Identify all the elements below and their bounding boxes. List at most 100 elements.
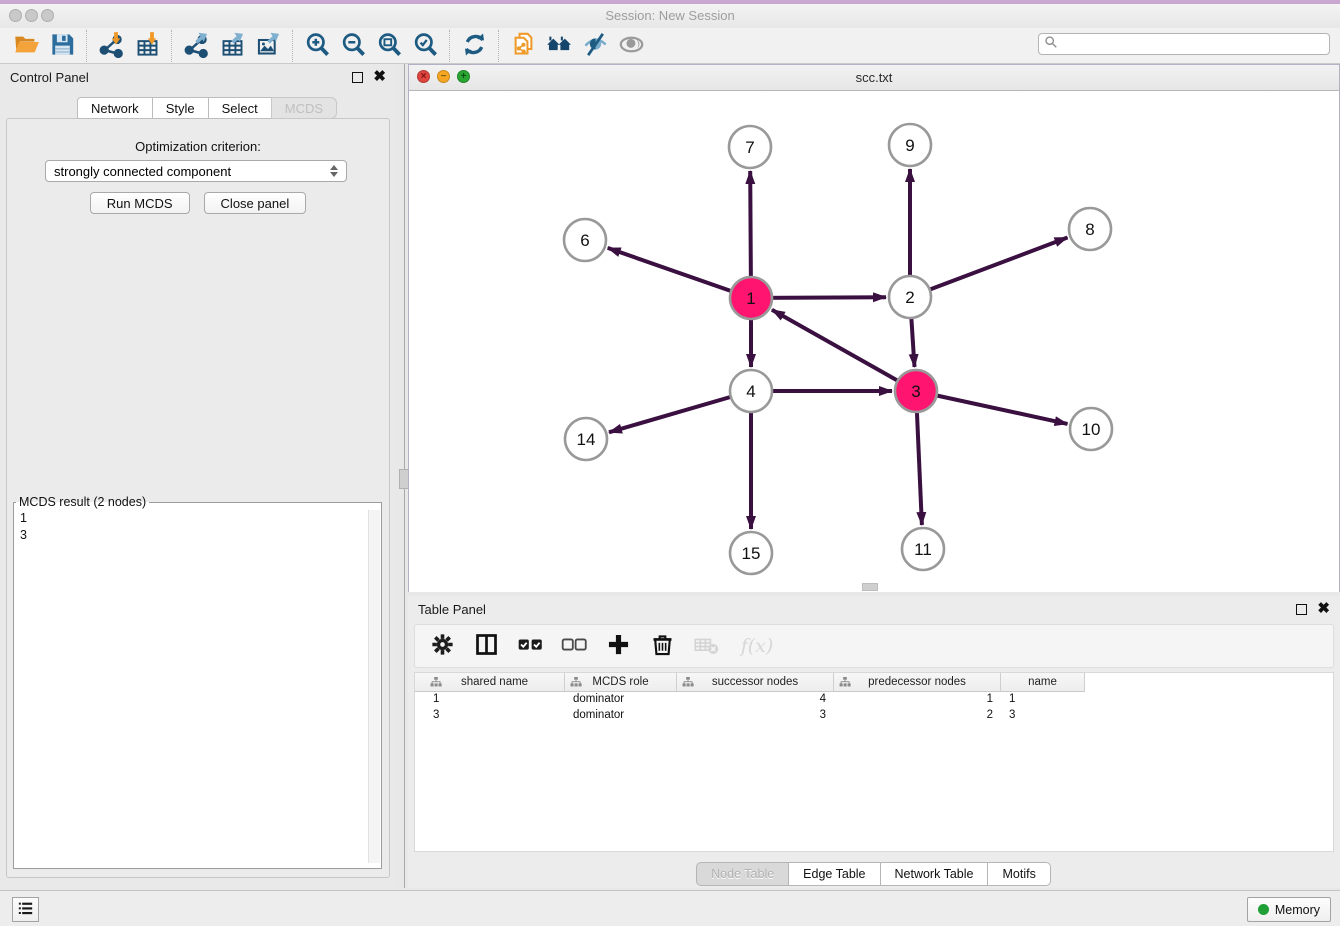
node-label: 10 — [1082, 420, 1101, 439]
network-view-window: × − + scc.txt 7 9 6 8 1 2 4 3 14 10 15 11 — [408, 64, 1340, 592]
first-neighbors-button[interactable] — [541, 30, 577, 62]
cell[interactable]: 2 — [834, 708, 1001, 724]
cell[interactable]: 3 — [425, 708, 565, 724]
cell[interactable]: 3 — [677, 708, 834, 724]
graph-node-3[interactable]: 3 — [895, 370, 937, 412]
cell[interactable]: 1 — [425, 692, 565, 708]
tab-network[interactable]: Network — [77, 97, 153, 119]
column-header-successor-nodes[interactable]: successor nodes — [677, 673, 834, 692]
import-table-button[interactable] — [129, 30, 165, 62]
select-all-columns-button[interactable] — [515, 631, 545, 661]
node-label: 2 — [905, 288, 914, 307]
function-builder-button[interactable]: f(x) — [735, 631, 779, 661]
graph-node-7[interactable]: 7 — [729, 126, 771, 168]
zoom-selected-button[interactable] — [407, 30, 443, 62]
network-from-selection-button[interactable] — [505, 30, 541, 62]
graph-node-9[interactable]: 9 — [889, 124, 931, 166]
delete-columns-button[interactable] — [647, 631, 677, 661]
open-session-button[interactable] — [8, 30, 44, 62]
mcds-result-text[interactable]: 1 3 — [16, 509, 367, 862]
zoom-fit-button[interactable] — [371, 30, 407, 62]
tab-node-table[interactable]: Node Table — [696, 862, 789, 886]
graph-node-10[interactable]: 10 — [1070, 408, 1112, 450]
graph-node-4[interactable]: 4 — [730, 370, 772, 412]
cell[interactable]: 4 — [677, 692, 834, 708]
column-header-name[interactable]: name — [1001, 673, 1085, 692]
cell[interactable]: 1 — [834, 692, 1001, 708]
delete-columns-icon — [649, 631, 676, 661]
column-header-shared-name[interactable]: shared name — [425, 673, 565, 692]
graph-node-1[interactable]: 1 — [730, 277, 772, 319]
zoom-out-button[interactable] — [335, 30, 371, 62]
tab-edge-table[interactable]: Edge Table — [788, 862, 880, 886]
float-table-panel-icon[interactable] — [1296, 604, 1307, 615]
network-title: scc.txt — [409, 70, 1339, 85]
hide-graphics-details-button[interactable] — [577, 30, 613, 62]
close-panel-icon[interactable]: ✖ — [373, 72, 386, 82]
run-mcds-button[interactable]: Run MCDS — [90, 192, 190, 214]
refresh-view-button[interactable] — [456, 30, 492, 62]
cell[interactable]: dominator — [565, 708, 677, 724]
float-panel-icon[interactable] — [352, 72, 363, 83]
table-row[interactable]: 3dominator323 — [415, 708, 1333, 724]
dropdown-stepper-icon — [330, 165, 338, 177]
table-settings-icon — [429, 631, 456, 661]
zoom-fit-icon — [376, 31, 403, 61]
column-tree-icon — [570, 677, 582, 690]
close-panel-button[interactable]: Close panel — [204, 192, 307, 214]
column-header-MCDS-role[interactable]: MCDS role — [565, 673, 677, 692]
tab-mcds[interactable]: MCDS — [271, 97, 337, 119]
delete-table-button[interactable] — [691, 631, 721, 661]
export-table-button[interactable] — [214, 30, 250, 62]
node-label: 3 — [911, 382, 920, 401]
unselect-all-columns-button[interactable] — [559, 631, 589, 661]
close-table-panel-icon[interactable]: ✖ — [1317, 604, 1330, 614]
column-tree-icon — [430, 677, 442, 690]
create-column-icon — [605, 631, 632, 661]
criterion-dropdown[interactable]: strongly connected component — [45, 160, 347, 182]
show-graphics-details-button[interactable] — [613, 30, 649, 62]
first-neighbors-icon — [546, 31, 573, 61]
memory-button[interactable]: Memory — [1247, 897, 1331, 922]
zoom-in-button[interactable] — [299, 30, 335, 62]
save-session-button[interactable] — [44, 30, 80, 62]
graph-node-6[interactable]: 6 — [564, 219, 606, 261]
export-network-button[interactable] — [178, 30, 214, 62]
table-row[interactable]: 1dominator411 — [415, 692, 1333, 708]
tab-select[interactable]: Select — [208, 97, 272, 119]
session-title: Session: New Session — [0, 8, 1340, 23]
vertical-splitter[interactable] — [396, 64, 408, 888]
graph-edge-1-6[interactable] — [608, 248, 751, 298]
graph-node-14[interactable]: 14 — [565, 418, 607, 460]
graph-edge-2-8[interactable] — [910, 238, 1068, 298]
tab-motifs[interactable]: Motifs — [987, 862, 1050, 886]
task-history-button[interactable] — [12, 897, 39, 922]
open-session-icon — [13, 31, 40, 61]
graph-node-2[interactable]: 2 — [889, 276, 931, 318]
graph-node-8[interactable]: 8 — [1069, 208, 1111, 250]
table-settings-button[interactable] — [427, 631, 457, 661]
import-network-button[interactable] — [93, 30, 129, 62]
tab-style[interactable]: Style — [152, 97, 209, 119]
table-panel: Table Panel ✖ f(x) shared nameMCDS roles… — [408, 596, 1340, 888]
table-panel-title: Table Panel — [418, 602, 486, 617]
search-input[interactable] — [1058, 35, 1329, 53]
column-header-predecessor-nodes[interactable]: predecessor nodes — [834, 673, 1001, 692]
cell[interactable]: 3 — [1001, 708, 1085, 724]
cell[interactable]: dominator — [565, 692, 677, 708]
window-titlebar[interactable]: Session: New Session — [0, 4, 1340, 28]
search-field[interactable] — [1038, 33, 1330, 55]
graph-edge-3-1[interactable] — [772, 310, 916, 391]
tab-network-table[interactable]: Network Table — [880, 862, 989, 886]
network-resize-grip[interactable] — [862, 583, 878, 591]
create-column-button[interactable] — [603, 631, 633, 661]
graph-node-15[interactable]: 15 — [730, 532, 772, 574]
network-window-titlebar[interactable]: × − + scc.txt — [409, 65, 1339, 91]
graph-node-11[interactable]: 11 — [902, 528, 944, 570]
result-scrollbar[interactable] — [368, 510, 380, 863]
graph-edge-3-10[interactable] — [916, 391, 1068, 424]
cell[interactable]: 1 — [1001, 692, 1085, 708]
network-canvas[interactable]: 7 9 6 8 1 2 4 3 14 10 15 11 — [409, 91, 1339, 592]
export-image-button[interactable] — [250, 30, 286, 62]
show-columns-button[interactable] — [471, 631, 501, 661]
